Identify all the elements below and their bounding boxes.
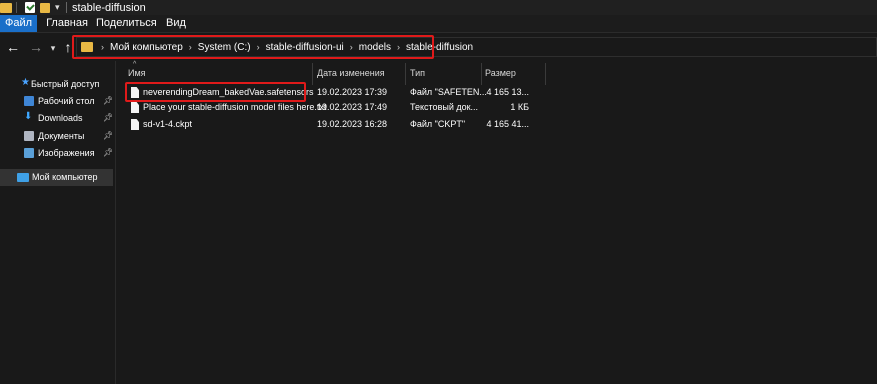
pictures-icon [24, 148, 34, 158]
column-divider[interactable] [545, 63, 546, 85]
column-divider[interactable] [481, 63, 482, 85]
folder-icon[interactable] [0, 3, 12, 13]
divider [16, 2, 17, 13]
sidebar-item-desktop[interactable]: Рабочий стол 📌︎ [0, 93, 113, 110]
forward-arrow-icon[interactable]: → [27, 39, 45, 55]
navigation-pane: ★ Быстрый доступ Рабочий стол 📌︎ ⬇ Downl… [0, 61, 114, 384]
pin-icon[interactable]: 📌︎ [103, 96, 113, 105]
file-type: Файл "SAFETEN... [410, 87, 487, 97]
file-name: Place your stable-diffusion model files … [143, 102, 327, 112]
title-bar: ▾ stable-diffusion [0, 0, 877, 15]
file-icon [131, 102, 139, 113]
star-icon: ★ [21, 77, 30, 88]
ribbon: Файл Главная Поделиться Вид [0, 15, 877, 33]
file-icon [131, 119, 139, 130]
tab-home[interactable]: Главная [42, 15, 92, 32]
sidebar-item-label: Мой компьютер [32, 172, 98, 182]
tab-file[interactable]: Файл [0, 15, 37, 32]
sidebar-item-label: Рабочий стол [38, 96, 95, 106]
file-type: Файл "CKPT" [410, 119, 466, 129]
sidebar-item-label: Быстрый доступ [31, 79, 100, 89]
address-highlight-box [72, 35, 434, 59]
properties-icon[interactable] [25, 2, 35, 13]
sidebar-item-documents[interactable]: Документы 📌︎ [0, 128, 113, 145]
sidebar-item-label: Downloads [38, 113, 83, 123]
download-icon: ⬇ [24, 111, 33, 122]
pin-icon[interactable]: 📌︎ [103, 113, 113, 122]
table-row[interactable]: Place your stable-diffusion model files … [117, 100, 877, 116]
file-name: sd-v1-4.ckpt [143, 119, 193, 129]
sidebar-item-label: Изображения [38, 148, 95, 158]
column-divider[interactable] [312, 63, 313, 85]
file-type: Текстовый док... [410, 102, 479, 112]
tab-share[interactable]: Поделиться [96, 15, 157, 32]
sidebar-item-quick-access[interactable]: ★ Быстрый доступ [0, 76, 112, 93]
table-row[interactable]: sd-v1-4.ckpt 19.02.2023 16:28 Файл "CKPT… [117, 117, 877, 133]
file-size: 4 165 41... [486, 119, 529, 129]
divider [66, 2, 67, 13]
desktop-icon [24, 96, 34, 106]
file-size: 1 КБ [510, 102, 529, 112]
sidebar-item-label: Документы [38, 131, 85, 141]
file-date: 19.02.2023 17:39 [317, 87, 388, 97]
column-header-size[interactable]: Размер [485, 61, 545, 85]
computer-icon [17, 173, 29, 182]
pin-icon[interactable]: 📌︎ [103, 148, 113, 157]
file-list: Имя Дата изменения Тип Размер neverendin… [117, 61, 877, 384]
window-title: stable-diffusion [72, 1, 146, 14]
column-header-type[interactable]: Тип [410, 61, 480, 85]
column-divider[interactable] [405, 63, 406, 85]
back-arrow-icon[interactable]: ← [4, 39, 22, 55]
file-date: 19.02.2023 17:49 [317, 102, 388, 112]
recent-locations-dropdown-icon[interactable]: ▾ [48, 40, 58, 56]
file-highlight-box [125, 82, 306, 102]
sidebar-item-downloads[interactable]: ⬇ Downloads 📌︎ [0, 110, 113, 127]
sidebar-item-pictures[interactable]: Изображения 📌︎ [0, 145, 113, 162]
tab-view[interactable]: Вид [162, 15, 190, 32]
column-header-date[interactable]: Дата изменения [317, 61, 405, 85]
sort-chevron-up-icon[interactable]: ^ [133, 61, 136, 68]
pin-icon[interactable]: 📌︎ [103, 131, 113, 140]
sidebar-item-this-pc[interactable]: Мой компьютер [0, 169, 113, 186]
file-size: 4 165 13... [486, 87, 529, 97]
file-date: 19.02.2023 16:28 [317, 119, 388, 129]
documents-icon [24, 131, 34, 141]
new-folder-icon[interactable] [40, 3, 50, 13]
pane-divider[interactable] [115, 61, 116, 384]
quick-access-dropdown-icon[interactable]: ▾ [55, 1, 60, 14]
